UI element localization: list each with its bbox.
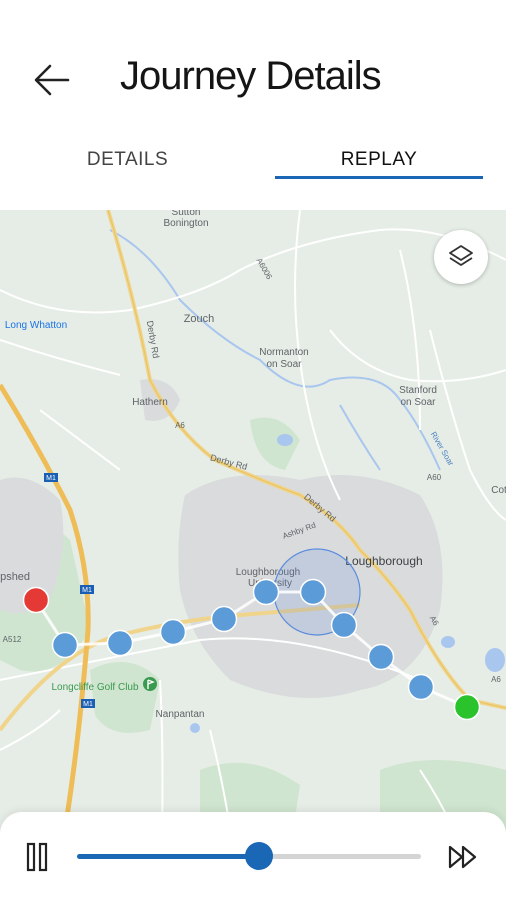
route-waypoint[interactable] bbox=[159, 618, 187, 646]
arrow-left-icon bbox=[34, 64, 70, 96]
pause-icon bbox=[26, 842, 48, 872]
route-waypoint[interactable] bbox=[51, 631, 79, 659]
journey-map[interactable]: Sutton Bonington Zouch Normanton on Soar H… bbox=[0, 210, 506, 900]
route-waypoint[interactable] bbox=[252, 578, 280, 606]
replay-controls bbox=[0, 812, 506, 900]
tab-replay[interactable]: REPLAY bbox=[275, 140, 483, 180]
tab-details[interactable]: DETAILS bbox=[20, 140, 235, 180]
pause-button[interactable] bbox=[22, 840, 52, 874]
route-end-marker[interactable] bbox=[453, 693, 481, 721]
layers-icon bbox=[449, 245, 473, 266]
map-layers-button[interactable] bbox=[434, 230, 488, 284]
replay-progress-thumb[interactable] bbox=[245, 842, 274, 870]
replay-progress-fill bbox=[77, 854, 260, 859]
app-header: Journey Details bbox=[0, 0, 506, 130]
route-waypoint[interactable] bbox=[367, 643, 395, 671]
route-waypoint[interactable] bbox=[299, 578, 327, 606]
back-button[interactable] bbox=[28, 56, 76, 104]
route-start-marker[interactable] bbox=[22, 586, 50, 614]
route-waypoint[interactable] bbox=[106, 629, 134, 657]
route-waypoint[interactable] bbox=[210, 605, 238, 633]
route-waypoint[interactable] bbox=[407, 673, 435, 701]
fast-forward-icon bbox=[448, 845, 477, 869]
active-tab-indicator bbox=[275, 176, 483, 179]
route-markers bbox=[22, 578, 481, 721]
fast-forward-button[interactable] bbox=[446, 842, 482, 872]
route-waypoint[interactable] bbox=[330, 611, 358, 639]
page-title: Journey Details bbox=[120, 54, 382, 98]
